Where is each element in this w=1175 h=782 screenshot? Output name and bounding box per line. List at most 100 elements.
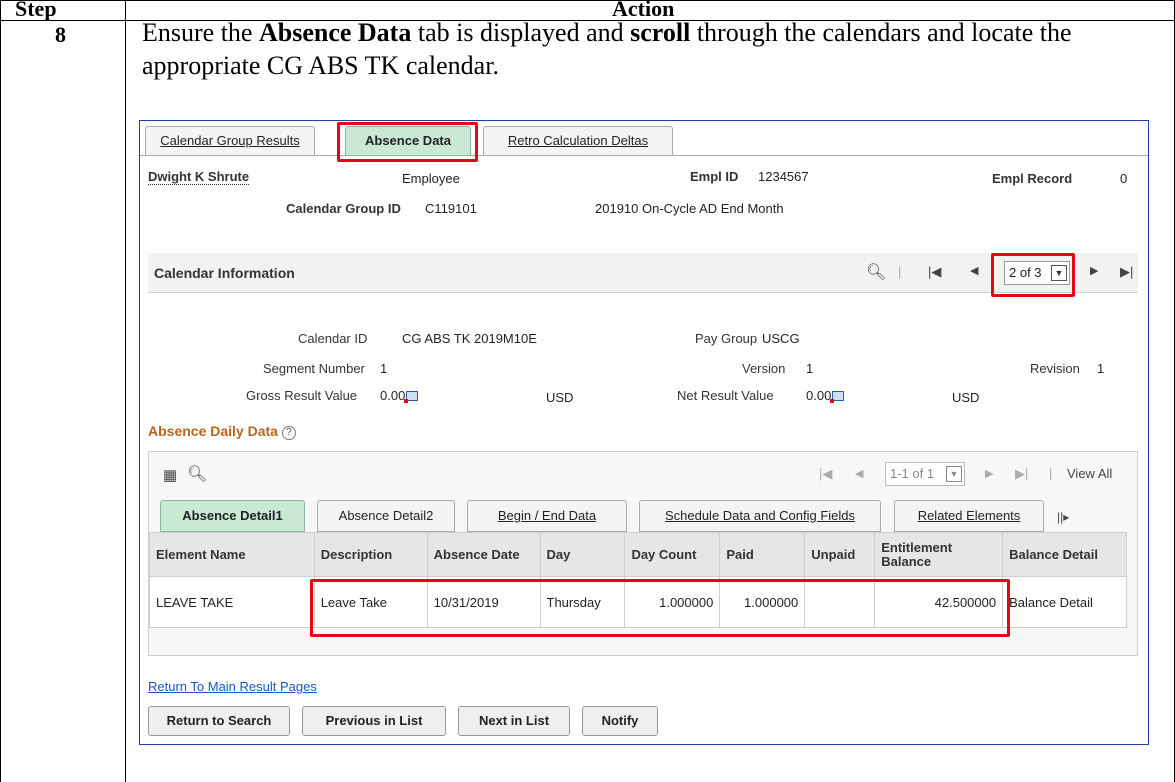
tab-label: Retro Calculation Deltas xyxy=(507,133,649,148)
empl-record-value: 0 xyxy=(1120,171,1128,186)
tab-label: Calendar Group Results xyxy=(160,133,300,148)
tab-label: Absence Data xyxy=(365,133,451,148)
chevron-down-icon: ▼ xyxy=(1051,265,1067,281)
subtab-label: Absence Detail1 xyxy=(182,508,283,523)
column-header: Balance Detail xyxy=(1002,532,1127,577)
subtab-label: Absence Detail2 xyxy=(338,508,434,523)
personalize-grid-icon[interactable]: ▦ xyxy=(163,466,177,484)
search-icon[interactable]: 🔍︎ xyxy=(866,262,886,282)
version-value: 1 xyxy=(806,361,814,376)
segment-number-label: Segment Number xyxy=(263,361,365,376)
first-page-icon[interactable]: |◀ xyxy=(928,264,941,280)
chevron-down-icon: ▼ xyxy=(946,466,962,482)
subtab-absence-detail1[interactable]: Absence Detail1 xyxy=(160,500,305,532)
toolbar-divider: | xyxy=(898,264,902,279)
calendar-id-label: Calendar ID xyxy=(298,331,368,346)
subtab-schedule-data[interactable]: Schedule Data and Config Fields xyxy=(639,500,881,532)
subtab-absence-detail2[interactable]: Absence Detail2 xyxy=(317,500,455,532)
employee-name[interactable]: Dwight K Shrute xyxy=(148,169,250,185)
calendar-group-id: C119101 xyxy=(425,201,477,216)
balance-detail-link[interactable]: Balance Detail xyxy=(1002,576,1127,628)
instruction-text: tab is displayed and xyxy=(411,18,631,47)
cell-description: Leave Take xyxy=(313,576,428,628)
tab-calendar-group-results[interactable]: Calendar Group Results xyxy=(145,126,315,156)
gross-result-label: Gross Result Value xyxy=(246,388,358,403)
calendar-id-value: CG ABS TK 2019M10E xyxy=(402,331,537,346)
revision-value: 1 xyxy=(1097,361,1105,376)
next-in-list-button[interactable]: Next in List xyxy=(458,706,570,736)
instruction-bold-scroll: scroll xyxy=(630,18,691,47)
peoplesoft-screenshot: Calendar Group Results Absence Data Retr… xyxy=(139,120,1149,745)
gross-currency: USD xyxy=(546,390,574,405)
tab-retro-calculation-deltas[interactable]: Retro Calculation Deltas xyxy=(483,126,673,156)
segment-number-value: 1 xyxy=(380,361,388,376)
absence-daily-title: Absence Daily Data ? xyxy=(148,423,296,440)
column-header: Paid xyxy=(719,532,806,577)
gross-result-value: 0.00 xyxy=(380,388,419,403)
calendar-information-bar: Calendar Information 🔍︎ | |◀ ◀ 2 of 3 ▼ ▶… xyxy=(148,253,1138,293)
subtab-label: Begin / End Data xyxy=(497,508,597,523)
return-to-main-link[interactable]: Return To Main Result Pages xyxy=(148,679,317,694)
step-instruction: Ensure the Absence Data tab is displayed… xyxy=(142,16,1162,82)
empl-id-value: 1234567 xyxy=(758,169,809,184)
notify-button[interactable]: Notify xyxy=(582,706,658,736)
empl-record-label: Empl Record xyxy=(992,171,1073,186)
net-result-label: Net Result Value xyxy=(677,388,774,403)
header-step: Step xyxy=(15,0,57,21)
table-border-top xyxy=(0,0,1175,1)
pay-group-value: USCG xyxy=(762,331,800,346)
column-header: Unpaid xyxy=(804,532,876,577)
subtab-label: Schedule Data and Config Fields xyxy=(664,508,856,523)
show-all-columns-icon[interactable]: ||▸ xyxy=(1057,510,1069,524)
previous-in-list-button[interactable]: Previous in List xyxy=(302,706,446,736)
pager-text: 1-1 of 1 xyxy=(890,466,935,481)
subtab-begin-end-data[interactable]: Begin / End Data xyxy=(467,500,627,532)
pay-group-label: Pay Group xyxy=(695,331,758,346)
column-header: Element Name xyxy=(149,532,315,577)
column-header: Description xyxy=(313,532,428,577)
cell-entitlement-balance: 42.500000 xyxy=(874,576,1004,628)
search-icon[interactable]: 🔍︎ xyxy=(187,464,207,484)
empl-id-label: Empl ID xyxy=(690,169,739,184)
cell-day-count: 1.000000 xyxy=(624,576,721,628)
cell-element-name: LEAVE TAKE xyxy=(149,576,315,628)
next-page-icon[interactable]: ▶ xyxy=(985,467,993,480)
table-border-left xyxy=(0,0,1,782)
calendar-group-label: Calendar Group ID xyxy=(286,201,401,216)
calculator-icon[interactable] xyxy=(830,391,845,403)
grid-pager-select[interactable]: 1-1 of 1 ▼ xyxy=(885,462,965,486)
net-result-value: 0.00 xyxy=(806,388,845,403)
absence-daily-title-text: Absence Daily Data xyxy=(148,423,278,439)
pager-text: 2 of 3 xyxy=(1009,265,1042,280)
calendar-group-description: 201910 On-Cycle AD End Month xyxy=(595,201,784,216)
view-all-link[interactable]: View All xyxy=(1067,466,1112,481)
cell-unpaid xyxy=(804,576,876,628)
gross-value-text: 0.00 xyxy=(380,388,406,403)
previous-page-icon[interactable]: ◀ xyxy=(970,264,978,277)
last-page-icon[interactable]: ▶| xyxy=(1015,466,1028,482)
previous-page-icon[interactable]: ◀ xyxy=(855,467,863,480)
next-page-icon[interactable]: ▶ xyxy=(1090,264,1098,277)
subtab-label: Related Elements xyxy=(917,508,1021,523)
help-icon[interactable]: ? xyxy=(281,426,296,440)
cell-day: Thursday xyxy=(539,576,626,628)
calendar-pager-select[interactable]: 2 of 3 ▼ xyxy=(1004,261,1070,285)
last-page-icon[interactable]: ▶| xyxy=(1120,264,1133,280)
column-header: Day xyxy=(539,532,626,577)
first-page-icon[interactable]: |◀ xyxy=(819,466,832,482)
column-header: Entitlement Balance xyxy=(874,532,1004,577)
tab-absence-data[interactable]: Absence Data xyxy=(345,126,471,156)
table-column-divider xyxy=(125,0,126,782)
table-header-row: Element Name Description Absence Date Da… xyxy=(149,532,1127,577)
table-row: LEAVE TAKE Leave Take 10/31/2019 Thursda… xyxy=(149,576,1127,628)
absence-daily-grid: ▦ 🔍︎ |◀ ◀ 1-1 of 1 ▼ ▶ ▶| | View All Abse… xyxy=(148,451,1138,656)
employee-type: Employee xyxy=(402,171,460,186)
cell-absence-date: 10/31/2019 xyxy=(426,576,541,628)
procedure-document: Step Action 8 Ensure the Absence Data ta… xyxy=(0,0,1175,782)
version-label: Version xyxy=(742,361,786,376)
instruction-text: Ensure the xyxy=(142,18,259,47)
return-to-search-button[interactable]: Return to Search xyxy=(148,706,290,736)
toolbar-divider: | xyxy=(1049,466,1053,481)
subtab-related-elements[interactable]: Related Elements xyxy=(894,500,1044,532)
calculator-icon[interactable] xyxy=(404,391,419,403)
